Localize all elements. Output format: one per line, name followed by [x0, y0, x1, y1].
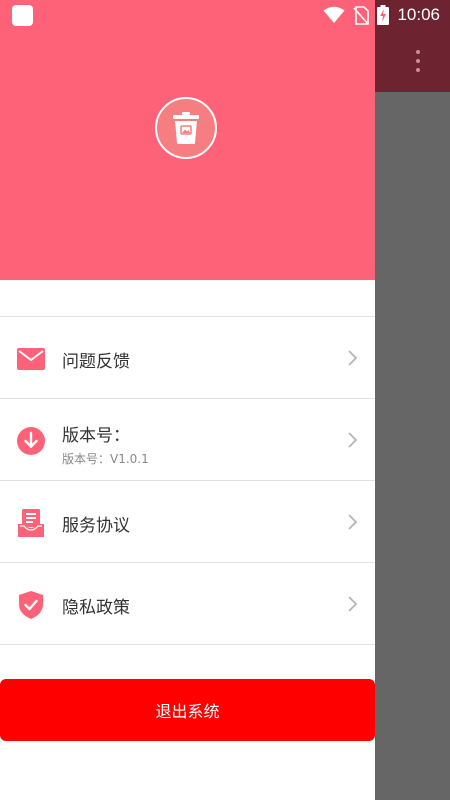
drawer-menu: 问题反馈 版本号： 版本号：V1.0.1 服务协议 隐私政策 — [0, 316, 375, 645]
download-icon — [16, 426, 46, 456]
trash-bin-icon — [173, 112, 199, 144]
chevron-right-icon — [348, 514, 358, 530]
menu-item-label: 问题反馈 — [62, 352, 130, 372]
chevron-right-icon — [348, 432, 358, 448]
menu-item-version[interactable]: 版本号： 版本号：V1.0.1 — [0, 399, 375, 481]
shield-check-icon — [16, 590, 46, 620]
status-time: 10:06 — [397, 5, 440, 24]
menu-item-label: 服务协议 — [62, 516, 130, 536]
app-logo — [155, 97, 217, 159]
battery-charging-icon — [377, 5, 390, 25]
chevron-right-icon — [348, 350, 358, 366]
version-number: 版本号：V1.0.1 — [62, 452, 149, 466]
logout-button[interactable]: 退出系统 — [0, 679, 375, 741]
no-sim-icon — [353, 5, 370, 25]
status-bar: 10:06 — [0, 0, 450, 30]
overflow-menu-icon[interactable] — [408, 50, 428, 72]
chevron-right-icon — [348, 596, 358, 612]
menu-item-label: 版本号： — [62, 426, 130, 446]
menu-item-label: 隐私政策 — [62, 598, 130, 618]
navigation-drawer: 问题反馈 版本号： 版本号：V1.0.1 服务协议 隐私政策 退出系统 — [0, 0, 375, 800]
menu-item-service-agreement[interactable]: 服务协议 — [0, 481, 375, 563]
menu-item-privacy-policy[interactable]: 隐私政策 — [0, 563, 375, 645]
document-tray-icon — [16, 508, 46, 538]
menu-item-feedback[interactable]: 问题反馈 — [0, 317, 375, 399]
wifi-icon — [323, 6, 345, 23]
mail-icon — [16, 344, 46, 374]
app-notification-icon — [12, 5, 33, 26]
drawer-header — [0, 0, 375, 280]
